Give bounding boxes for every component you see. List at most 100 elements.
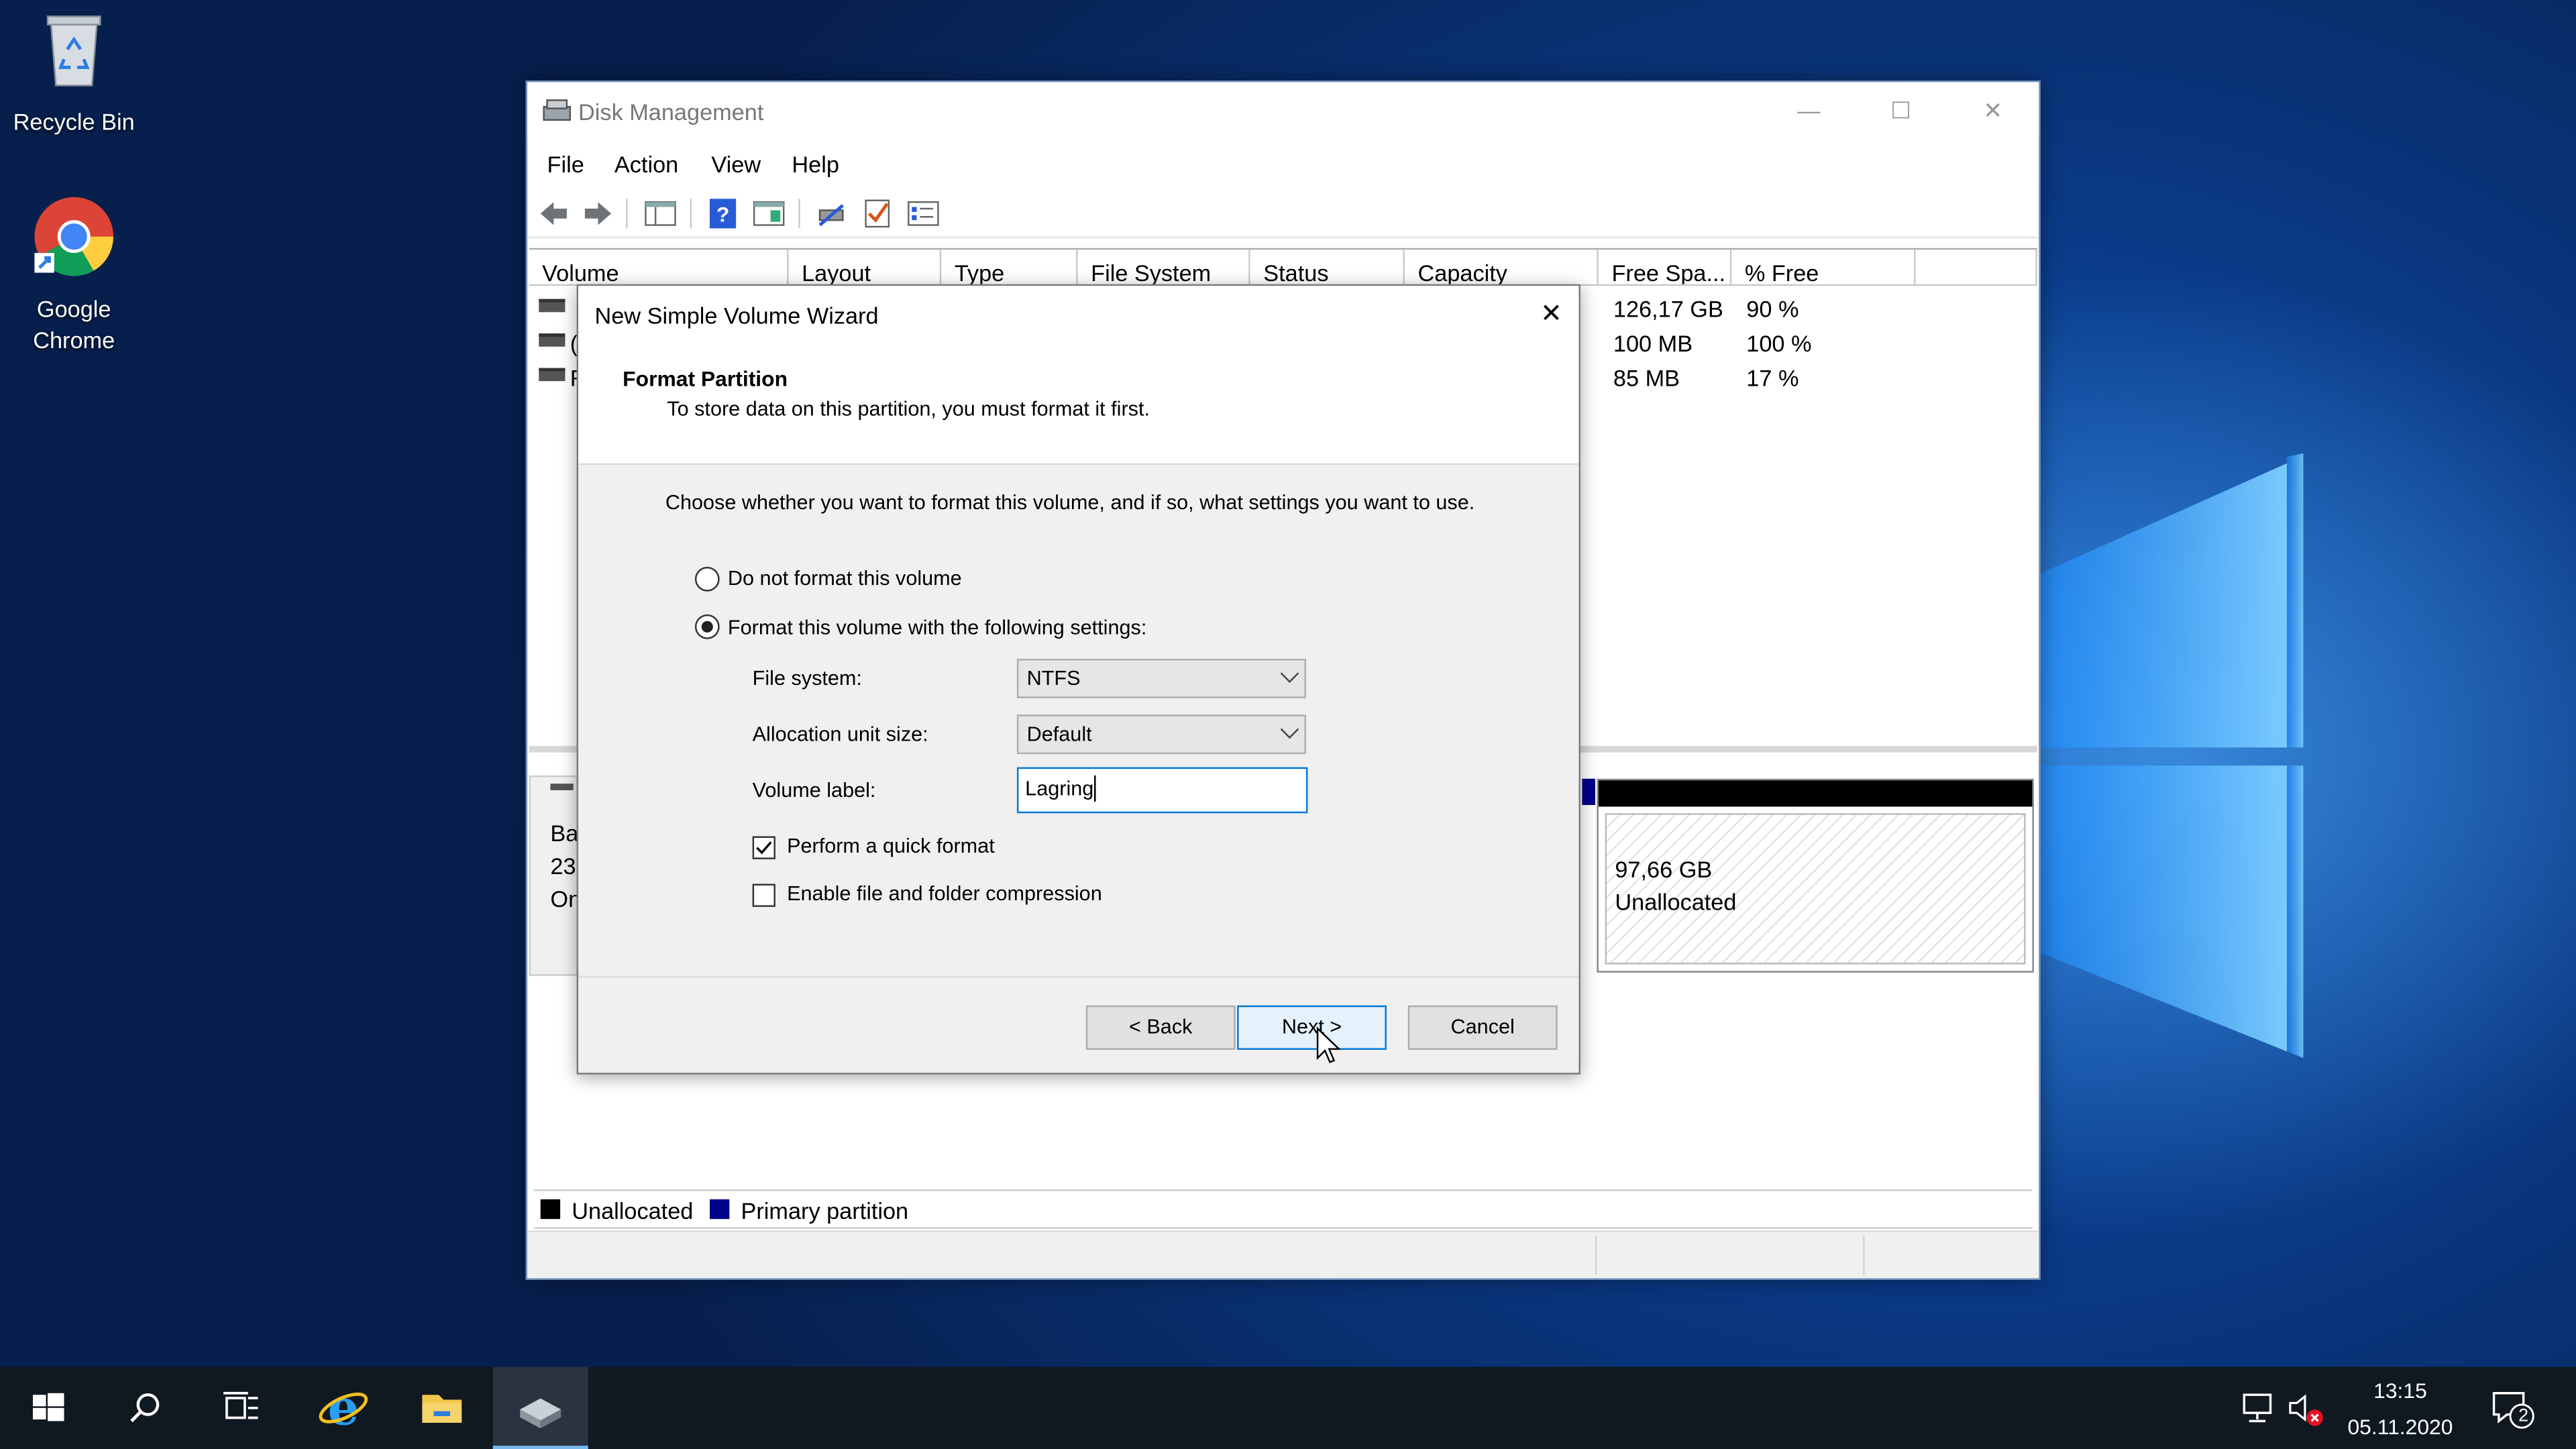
status-separator [1863, 1235, 1865, 1275]
file-system-value: NTFS [1026, 667, 1081, 690]
wizard-separator [578, 975, 1579, 978]
network-icon[interactable] [2241, 1390, 2277, 1426]
menu-bar: File Action View Help [527, 145, 2039, 184]
search-icon[interactable] [97, 1367, 192, 1449]
recycle-bin-desktop-icon[interactable]: Recycle Bin [0, 7, 148, 138]
forward-arrow-icon[interactable] [582, 197, 614, 230]
legend-label-primary: Primary partition [741, 1197, 909, 1224]
volume-muted-icon[interactable] [2287, 1390, 2326, 1430]
text-caret [1094, 775, 1096, 802]
disk-info-line: Ba [550, 820, 579, 847]
free-space-cell: 100 MB [1613, 330, 1693, 357]
back-button[interactable]: < Back [1085, 1005, 1236, 1050]
compression-checkbox[interactable] [752, 883, 775, 907]
toolbar: ? [527, 191, 2039, 239]
chrome-label: Google Chrome [33, 295, 115, 354]
mouse-cursor-icon [1316, 1026, 1341, 1063]
volume-icon [539, 299, 566, 313]
window-title: Disk Management [578, 98, 764, 125]
cancel-button[interactable]: Cancel [1407, 1005, 1558, 1050]
file-system-dropdown[interactable]: NTFS [1016, 659, 1306, 698]
disk-info-panel[interactable]: Ba 238 On [529, 775, 589, 976]
volume-label-input[interactable]: Lagring [1016, 767, 1308, 814]
connect-disk-icon[interactable] [815, 197, 848, 230]
notification-count-badge: 2 [2518, 1406, 2529, 1426]
allocation-unit-label: Allocation unit size: [752, 722, 928, 746]
start-windows-icon[interactable] [0, 1367, 95, 1449]
clock-time[interactable]: 13:15 [2346, 1379, 2455, 1403]
svg-text:?: ? [716, 203, 729, 227]
menu-action[interactable]: Action [614, 151, 678, 177]
next-button[interactable]: Next > [1237, 1005, 1387, 1050]
unallocated-region[interactable]: 97,66 GB Unallocated [1597, 778, 2034, 973]
maximize-button[interactable]: ☐ [1855, 82, 1947, 138]
recycle-bin-icon [46, 15, 101, 87]
page-heading: Format Partition [623, 366, 788, 391]
percent-free-cell: 100 % [1746, 330, 1812, 357]
chevron-down-icon [1280, 664, 1299, 683]
close-window-button[interactable]: ✕ [1947, 82, 2039, 138]
percent-free-cell: 17 % [1746, 364, 1799, 391]
radio-do-not-format[interactable] [694, 566, 720, 592]
task-view-icon[interactable] [193, 1367, 288, 1449]
properties-check-icon[interactable] [861, 197, 894, 230]
back-arrow-icon[interactable] [537, 197, 570, 230]
svg-text:e: e [327, 1379, 359, 1436]
disk-management-taskbar-icon [520, 1398, 561, 1429]
column-header-percent-free[interactable]: % Free [1731, 250, 1916, 286]
column-header-empty [1915, 250, 2037, 286]
chrome-icon [34, 197, 113, 276]
internet-explorer-icon[interactable]: e [296, 1367, 391, 1449]
column-header-free-space[interactable]: Free Spa... [1598, 250, 1732, 286]
primary-partition-strip[interactable] [1582, 778, 1595, 806]
volume-label-value: Lagring [1025, 777, 1094, 800]
allocation-unit-dropdown[interactable]: Default [1016, 714, 1306, 755]
percent-free-cell: 90 % [1746, 295, 1799, 323]
chrome-desktop-icon[interactable]: Google Chrome [0, 194, 148, 356]
wizard-header: New Simple Volume Wizard ✕ Format Partit… [578, 286, 1579, 466]
allocation-unit-value: Default [1026, 722, 1092, 746]
checkmark-icon [756, 841, 772, 855]
disk-icon [550, 784, 574, 790]
menu-help[interactable]: Help [792, 151, 839, 177]
column-header-file-system[interactable]: File System [1077, 250, 1250, 286]
volume-label-label: Volume label: [752, 778, 876, 802]
disk-management-app-icon [543, 99, 572, 121]
compression-label[interactable]: Enable file and folder compression [787, 882, 1102, 905]
file-explorer-icon[interactable] [394, 1367, 490, 1449]
minimize-button[interactable]: — [1763, 82, 1855, 138]
column-header-capacity[interactable]: Capacity [1404, 250, 1599, 286]
toolbar-separator [798, 199, 800, 229]
show-hide-console-tree-icon[interactable] [644, 197, 677, 230]
unallocated-bar [1598, 780, 2033, 807]
free-space-cell: 126,17 GB [1613, 295, 1723, 323]
page-subheading: To store data on this partition, you mus… [667, 397, 1150, 421]
new-simple-volume-wizard: New Simple Volume Wizard ✕ Format Partit… [576, 284, 1580, 1075]
help-icon[interactable]: ? [706, 197, 739, 230]
clock-date[interactable]: 05.11.2020 [2333, 1415, 2468, 1440]
settings-list-icon[interactable] [907, 197, 940, 230]
radio-format-volume-label[interactable]: Format this volume with the following se… [728, 616, 1146, 639]
quick-format-label[interactable]: Perform a quick format [787, 835, 995, 857]
wizard-intro-text: Choose whether you want to format this v… [665, 491, 1475, 515]
radio-format-volume[interactable] [694, 614, 720, 639]
menu-view[interactable]: View [711, 151, 761, 177]
legend-swatch-primary [709, 1199, 730, 1220]
column-header-layout[interactable]: Layout [788, 250, 942, 286]
radio-do-not-format-label[interactable]: Do not format this volume [728, 567, 962, 590]
taskbar-disk-management[interactable] [492, 1366, 588, 1449]
quick-format-checkbox[interactable] [752, 836, 775, 859]
column-header-volume[interactable]: Volume [529, 250, 789, 286]
volume-icon [539, 333, 566, 347]
legend-swatch-unallocated [540, 1199, 561, 1220]
legend-label-unallocated: Unallocated [572, 1197, 694, 1224]
column-header-type[interactable]: Type [941, 250, 1078, 286]
volume-icon [539, 368, 566, 382]
status-separator [1595, 1235, 1597, 1275]
menu-file[interactable]: File [547, 151, 584, 177]
wizard-title: New Simple Volume Wizard [594, 302, 879, 329]
wizard-close-button[interactable]: ✕ [1540, 297, 1562, 330]
title-bar[interactable]: Disk Management — ☐ ✕ [527, 82, 2039, 140]
show-hide-action-pane-icon[interactable] [753, 197, 786, 230]
column-header-status[interactable]: Status [1250, 250, 1405, 286]
